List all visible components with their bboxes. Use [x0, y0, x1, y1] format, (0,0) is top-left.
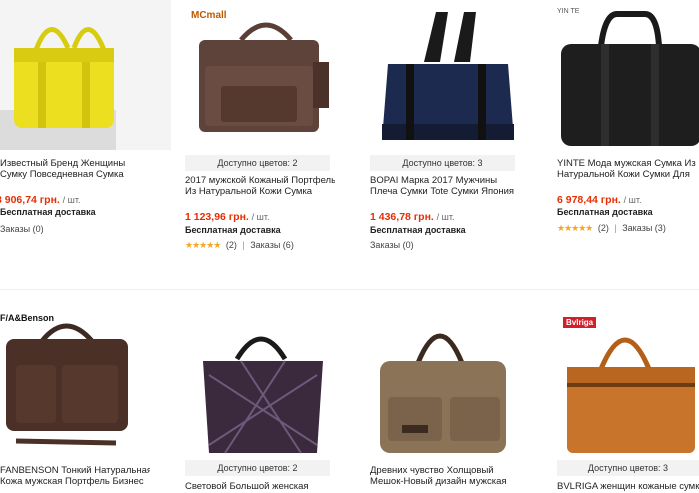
brand-logo: F/A&Benson	[0, 313, 54, 323]
product-card[interactable]: Известный Бренд Женщины Сумку Повседневна…	[0, 0, 171, 289]
colors-available-badge: Доступно цветов: 2	[185, 460, 330, 476]
product-title[interactable]: 2017 мужской Кожаный Портфель Из Натураль…	[185, 175, 335, 197]
product-card[interactable]: YIN TE YINTE Мода мужская Сумка Из Натура…	[553, 0, 699, 289]
colors-available-badge: Доступно цветов: 3	[557, 460, 699, 476]
orders-link[interactable]: Заказы (0)	[370, 240, 414, 250]
product-card[interactable]: Доступно цветов: 2 Световой Большой женс…	[181, 305, 356, 493]
product-title[interactable]: Древних чувство Холщовый Мешок-Новый диза…	[370, 465, 520, 487]
product-title[interactable]: BOPAI Марка 2017 Мужчины Плеча Сумки Tote…	[370, 175, 520, 197]
product-image[interactable]	[366, 305, 541, 455]
price: 3 906,74 грн. / шт.	[0, 194, 81, 206]
shipping-label: Бесплатная доставка	[0, 207, 96, 217]
shipping-label: Бесплатная доставка	[370, 225, 466, 235]
product-image[interactable]	[181, 0, 356, 150]
product-image[interactable]	[0, 0, 171, 150]
product-image[interactable]	[181, 305, 356, 455]
colors-available-badge: Доступно цветов: 2	[185, 155, 330, 171]
brand-logo: MCmall	[191, 10, 227, 21]
product-image[interactable]	[0, 305, 171, 455]
product-card[interactable]: Древних чувство Холщовый Мешок-Новый диза…	[366, 305, 541, 493]
product-card[interactable]: F/A&Benson FANBENSON Тонкий Натуральная К…	[0, 305, 171, 493]
shipping-label: Бесплатная доставка	[557, 207, 653, 217]
product-grid: Известный Бренд Женщины Сумку Повседневна…	[0, 0, 699, 493]
reviews-count[interactable]: (2)	[223, 240, 237, 250]
shipping-label: Бесплатная доставка	[185, 225, 281, 235]
orders-link[interactable]: Заказы (0)	[0, 224, 44, 234]
row-divider	[0, 289, 699, 290]
product-card[interactable]: MCmall Доступно цветов: 2 2017 мужской К…	[181, 0, 356, 289]
price: 6 978,44 грн. / шт.	[557, 194, 642, 206]
brand-logo: YIN TE	[557, 8, 580, 15]
product-title[interactable]: FANBENSON Тонкий Натуральная Кожа мужская…	[0, 465, 150, 487]
orders-link[interactable]: Заказы (3)	[622, 223, 666, 233]
product-image[interactable]	[366, 0, 541, 150]
product-title[interactable]: Световой Большой женская	[185, 481, 335, 492]
colors-available-badge: Доступно цветов: 3	[370, 155, 515, 171]
price: 1 436,78 грн. / шт.	[370, 211, 455, 223]
rating-row: ★★★★★ (2) | Заказы (6)	[185, 240, 294, 250]
orders-link[interactable]: Заказы (6)	[250, 240, 294, 250]
product-card[interactable]: Доступно цветов: 3 BOPAI Марка 2017 Мужч…	[366, 0, 541, 289]
price: 1 123,96 грн. / шт.	[185, 211, 270, 223]
rating-stars-icon: ★★★★★	[557, 223, 593, 233]
reviews-count[interactable]: (2)	[595, 223, 609, 233]
product-title[interactable]: YINTE Мода мужская Сумка Из Натуральной К…	[557, 158, 699, 180]
product-title[interactable]: Известный Бренд Женщины Сумку Повседневна…	[0, 158, 150, 180]
brand-logo: Bvlriga	[563, 317, 597, 328]
product-title[interactable]: BVLRIGA женщин кожаные сумки	[557, 481, 699, 492]
rating-row: ★★★★★ (2) | Заказы (3)	[557, 223, 666, 233]
rating-stars-icon: ★★★★★	[185, 240, 221, 250]
product-card[interactable]: Bvlriga Доступно цветов: 3 BVLRIGA женщи…	[553, 305, 699, 493]
product-image[interactable]	[553, 0, 699, 150]
